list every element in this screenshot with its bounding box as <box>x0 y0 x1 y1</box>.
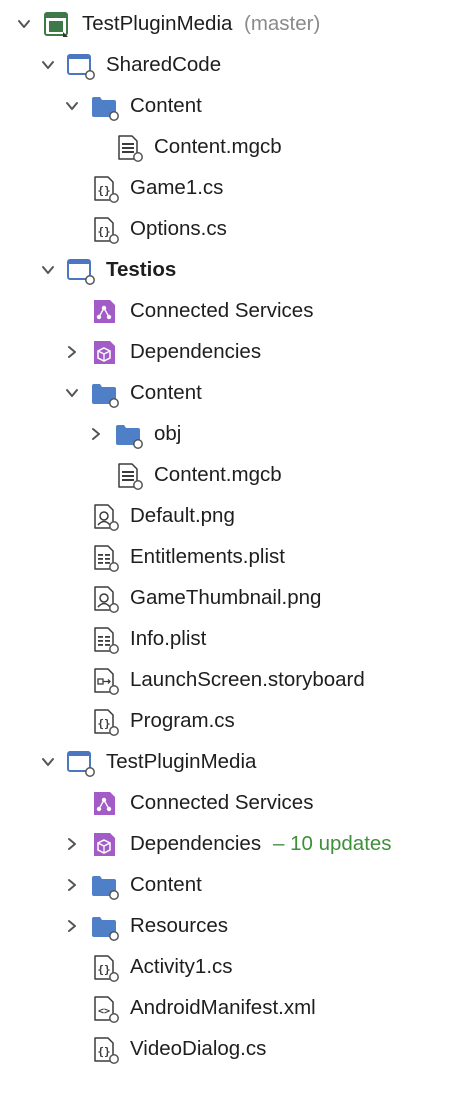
chevron-right-icon[interactable] <box>64 836 80 852</box>
tree-row[interactable]: Content <box>0 376 458 410</box>
project-icon <box>67 259 95 285</box>
tree-row[interactable]: obj <box>0 417 458 451</box>
csharp-file-icon: {} <box>94 1037 119 1064</box>
tree-item-label: Resources <box>130 914 228 937</box>
tree-item-label: AndroidManifest.xml <box>130 996 316 1019</box>
tree-item-label: LaunchScreen.storyboard <box>130 668 365 691</box>
image-file-icon <box>94 504 119 531</box>
tree-item-label: Activity1.cs <box>130 955 233 978</box>
tree-row[interactable]: Default.png <box>0 499 458 533</box>
tree-row[interactable]: {} Activity1.cs <box>0 950 458 984</box>
mgcb-file-icon <box>118 135 143 162</box>
tree-row[interactable]: Testios <box>0 253 458 287</box>
tree-row[interactable]: TestPluginMedia <box>0 745 458 779</box>
tree-row[interactable]: Content.mgcb <box>0 130 458 164</box>
project-icon <box>67 54 95 80</box>
svg-text:{}: {} <box>97 717 110 730</box>
tree-item-label: Content <box>130 381 202 404</box>
chevron-down-icon[interactable] <box>64 385 80 401</box>
project-icon <box>67 751 95 777</box>
tree-item-label: Content <box>130 873 202 896</box>
tree-item-label: Default.png <box>130 504 235 527</box>
plist-file-icon <box>94 545 119 572</box>
svg-text:{}: {} <box>97 225 110 238</box>
tree-row[interactable]: Resources <box>0 909 458 943</box>
tree-row[interactable]: <> AndroidManifest.xml <box>0 991 458 1025</box>
tree-item-label: Testios <box>106 258 177 281</box>
solution-tree: TestPluginMedia (master) SharedCode Content… <box>0 0 458 1096</box>
storyboard-file-icon <box>94 668 119 695</box>
folder-icon <box>92 876 119 900</box>
svg-text:{}: {} <box>97 184 110 197</box>
chevron-down-icon[interactable] <box>40 57 56 73</box>
chevron-down-icon[interactable] <box>64 98 80 114</box>
plist-file-icon <box>94 627 119 654</box>
tree-item-label: obj <box>154 422 182 445</box>
tree-row[interactable]: GameThumbnail.png <box>0 581 458 615</box>
folder-icon <box>116 425 143 449</box>
updates-badge: – 10 updates <box>273 832 392 855</box>
csharp-file-icon: {} <box>94 176 119 203</box>
chevron-right-icon[interactable] <box>64 344 80 360</box>
tree-row[interactable]: {} VideoDialog.cs <box>0 1032 458 1066</box>
chevron-down-icon[interactable] <box>40 754 56 770</box>
xml-file-icon: <> <box>94 996 119 1023</box>
tree-item-label: Connected Services <box>130 791 314 814</box>
csharp-file-icon: {} <box>94 955 119 982</box>
tree-row[interactable]: {} Program.cs <box>0 704 458 738</box>
chevron-right-icon[interactable] <box>64 877 80 893</box>
tree-row[interactable]: Dependencies <box>0 335 458 369</box>
solution-icon <box>44 12 68 37</box>
branch-label: (master) <box>244 12 321 35</box>
tree-row[interactable]: {} Game1.cs <box>0 171 458 205</box>
tree-row[interactable]: Connected Services <box>0 786 458 820</box>
folder-icon <box>92 384 119 408</box>
tree-item-label: Connected Services <box>130 299 314 322</box>
tree-row[interactable]: Content <box>0 89 458 123</box>
svg-text:{}: {} <box>97 1045 110 1058</box>
tree-row[interactable]: {} Options.cs <box>0 212 458 246</box>
tree-item-label: TestPluginMedia <box>82 12 233 35</box>
tree-item-label: Game1.cs <box>130 176 224 199</box>
tree-row[interactable]: Content.mgcb <box>0 458 458 492</box>
folder-icon <box>92 97 119 121</box>
tree-item-label: GameThumbnail.png <box>130 586 322 609</box>
tree-row[interactable]: Entitlements.plist <box>0 540 458 574</box>
tree-item-label: Dependencies <box>130 832 262 855</box>
tree-row[interactable]: Connected Services <box>0 294 458 328</box>
tree-row[interactable]: TestPluginMedia (master) <box>0 7 458 41</box>
dependencies-icon <box>94 341 115 364</box>
svg-text:<>: <> <box>98 1006 110 1017</box>
tree-item-label: TestPluginMedia <box>106 750 257 773</box>
csharp-file-icon: {} <box>94 217 119 244</box>
tree-row[interactable]: Content <box>0 868 458 902</box>
chevron-right-icon[interactable] <box>88 426 104 442</box>
csharp-file-icon: {} <box>94 709 119 736</box>
chevron-down-icon[interactable] <box>16 16 32 32</box>
tree-row[interactable]: Info.plist <box>0 622 458 656</box>
image-file-icon <box>94 586 119 613</box>
tree-item-label: Info.plist <box>130 627 207 650</box>
tree-item-label: Options.cs <box>130 217 227 240</box>
tree-item-label: Content <box>130 94 202 117</box>
chevron-right-icon[interactable] <box>64 918 80 934</box>
dependencies-icon <box>94 833 115 856</box>
tree-item-label: Entitlements.plist <box>130 545 285 568</box>
tree-item-label: Dependencies <box>130 340 262 363</box>
folder-icon <box>92 917 119 941</box>
tree-item-label: Content.mgcb <box>154 135 282 158</box>
tree-row[interactable]: LaunchScreen.storyboard <box>0 663 458 697</box>
connected-services-icon <box>94 792 115 815</box>
tree-row[interactable]: Dependencies – 10 updates <box>0 827 458 861</box>
tree-item-label: Program.cs <box>130 709 235 732</box>
tree-row[interactable]: SharedCode <box>0 48 458 82</box>
connected-services-icon <box>94 300 115 323</box>
svg-text:{}: {} <box>97 963 110 976</box>
tree-item-label: VideoDialog.cs <box>130 1037 267 1060</box>
tree-item-label: SharedCode <box>106 53 222 76</box>
tree-item-label: Content.mgcb <box>154 463 282 486</box>
chevron-down-icon[interactable] <box>40 262 56 278</box>
mgcb-file-icon <box>118 463 143 490</box>
